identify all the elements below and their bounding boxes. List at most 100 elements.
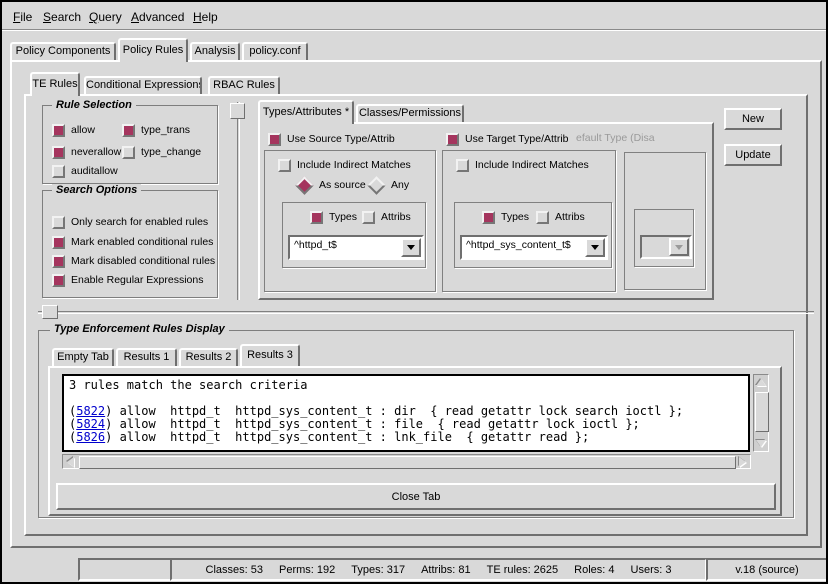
menu-search[interactable]: Search xyxy=(40,9,84,25)
checkbox-allow[interactable]: allow xyxy=(52,123,95,137)
vertical-pane-sash[interactable] xyxy=(237,102,240,300)
checkbox-source-attribs[interactable]: Attribs xyxy=(362,210,411,224)
target-type-combobox[interactable]: ^httpd_sys_content_t$ xyxy=(460,235,608,260)
horizontal-sash-grip[interactable] xyxy=(42,305,58,319)
checkbox-source-types[interactable]: Types xyxy=(310,210,357,224)
status-version-panel: v.18 (source) xyxy=(706,558,828,581)
radio-indicator xyxy=(295,176,313,194)
menu-file[interactable]: File xyxy=(10,9,35,25)
tab-rbac-rules[interactable]: RBAC Rules xyxy=(208,76,280,94)
checkbox-indicator xyxy=(52,165,65,178)
tab-types-attributes[interactable]: Types/Attributes * xyxy=(258,100,354,124)
policy-version: v.18 (source) xyxy=(735,564,798,576)
checkbox-source-indirect[interactable]: Include Indirect Matches xyxy=(278,158,411,172)
checkbox-only-enabled-rules[interactable]: Only search for enabled rules xyxy=(52,215,208,229)
new-button[interactable]: New xyxy=(724,108,782,130)
default-type-label: efault Type (Disa xyxy=(576,132,670,144)
stat-roles: Roles: 4 xyxy=(574,564,614,576)
horizontal-pane-sash[interactable] xyxy=(38,311,814,314)
checkbox-mark-disabled-conditional[interactable]: Mark disabled conditional rules xyxy=(52,254,215,268)
checkbox-use-source-type[interactable]: Use Source Type/Attrib xyxy=(268,132,395,146)
scroll-left-arrow[interactable] xyxy=(63,455,78,468)
arrow-up-icon xyxy=(756,379,766,386)
horizontal-scrollbar[interactable] xyxy=(62,454,751,469)
stat-te-rules: TE rules: 2625 xyxy=(487,564,559,576)
tab-classes-permissions[interactable]: Classes/Permissions xyxy=(356,104,464,122)
default-type-combobox xyxy=(640,235,692,259)
search-options-title: Search Options xyxy=(52,184,141,196)
checkbox-target-indirect[interactable]: Include Indirect Matches xyxy=(456,158,589,172)
checkbox-type-change[interactable]: type_change xyxy=(122,145,201,159)
checkbox-indicator xyxy=(52,124,65,137)
combobox-dropdown-button[interactable] xyxy=(585,238,605,257)
tab-results-1[interactable]: Results 1 xyxy=(116,348,177,366)
vertical-scrollbar[interactable] xyxy=(753,374,769,452)
arrow-left-icon xyxy=(67,457,74,467)
checkbox-indicator xyxy=(122,124,135,137)
checkbox-indicator xyxy=(52,146,65,159)
checkbox-indicator xyxy=(52,274,65,287)
tab-empty-tab[interactable]: Empty Tab xyxy=(52,348,114,366)
tab-te-rules[interactable]: TE Rules xyxy=(30,72,80,96)
checkbox-use-target-type[interactable]: Use Target Type/Attrib xyxy=(446,132,569,146)
checkbox-indicator xyxy=(52,255,65,268)
menu-bar: File Search Query Advanced Help xyxy=(2,2,826,30)
tab-policy-components[interactable]: Policy Components xyxy=(10,42,116,60)
checkbox-indicator xyxy=(52,236,65,249)
rule-selection-title: Rule Selection xyxy=(52,99,136,111)
vertical-sash-grip[interactable] xyxy=(230,103,245,119)
menu-advanced[interactable]: Advanced xyxy=(128,9,187,25)
rule-number-link[interactable]: 5824 xyxy=(76,417,105,431)
checkbox-neverallow[interactable]: neverallow xyxy=(52,145,121,159)
chevron-down-icon xyxy=(591,245,599,250)
update-button[interactable]: Update xyxy=(724,144,782,166)
tab-policy-rules[interactable]: Policy Rules xyxy=(118,38,188,62)
checkbox-indicator xyxy=(482,211,495,224)
tab-analysis[interactable]: Analysis xyxy=(190,42,240,60)
tab-policy-conf[interactable]: policy.conf xyxy=(242,42,308,60)
scroll-up-arrow[interactable] xyxy=(754,375,768,390)
checkbox-indicator xyxy=(536,211,549,224)
stat-attribs: Attribs: 81 xyxy=(421,564,471,576)
radio-indicator xyxy=(367,176,385,194)
checkbox-target-attribs[interactable]: Attribs xyxy=(536,210,585,224)
checkbox-target-types[interactable]: Types xyxy=(482,210,529,224)
te-display-title: Type Enforcement Rules Display xyxy=(50,323,229,335)
rule-number-link[interactable]: 5822 xyxy=(76,404,105,418)
menu-query[interactable]: Query xyxy=(86,9,125,25)
arrow-down-icon xyxy=(756,440,766,447)
rule-line: (5826) allow httpd_t httpd_sys_content_t… xyxy=(69,431,748,444)
source-type-combobox[interactable]: ^httpd_t$ xyxy=(288,235,424,260)
radio-as-source[interactable]: As source xyxy=(296,178,366,192)
combobox-value[interactable]: ^httpd_sys_content_t$ xyxy=(466,239,586,251)
tab-results-2[interactable]: Results 2 xyxy=(179,348,238,366)
horizontal-scrollbar-thumb[interactable] xyxy=(79,456,736,469)
chevron-down-icon xyxy=(407,245,415,250)
checkbox-indicator xyxy=(446,133,459,146)
checkbox-indicator xyxy=(456,159,469,172)
checkbox-auditallow[interactable]: auditallow xyxy=(52,164,118,178)
combobox-value[interactable]: ^httpd_t$ xyxy=(294,239,402,251)
arrow-right-icon xyxy=(739,457,746,467)
tab-conditional-expressions[interactable]: Conditional Expressions xyxy=(84,76,202,94)
vertical-scrollbar-thumb[interactable] xyxy=(755,392,769,432)
close-tab-button[interactable]: Close Tab xyxy=(56,483,776,510)
checkbox-indicator xyxy=(122,146,135,159)
apol-window: File Search Query Advanced Help Policy C… xyxy=(0,0,828,584)
checkbox-type-trans[interactable]: type_trans xyxy=(122,123,190,137)
checkbox-indicator xyxy=(362,211,375,224)
scroll-right-arrow[interactable] xyxy=(735,455,750,468)
combobox-dropdown-button[interactable] xyxy=(401,238,421,257)
radio-any[interactable]: Any xyxy=(368,178,409,192)
chevron-down-icon xyxy=(675,245,683,250)
tab-results-3[interactable]: Results 3 xyxy=(240,344,300,366)
rule-number-link[interactable]: 5826 xyxy=(76,430,105,444)
checkbox-indicator xyxy=(52,216,65,229)
checkbox-mark-enabled-conditional[interactable]: Mark enabled conditional rules xyxy=(52,235,213,249)
menu-help[interactable]: Help xyxy=(190,9,221,25)
combobox-dropdown-button xyxy=(669,238,689,256)
results-text-area[interactable]: 3 rules match the search criteria (5822)… xyxy=(62,374,750,452)
scroll-down-arrow[interactable] xyxy=(754,436,768,451)
checkbox-enable-regex[interactable]: Enable Regular Expressions xyxy=(52,273,204,287)
results-summary: 3 rules match the search criteria xyxy=(69,379,748,392)
